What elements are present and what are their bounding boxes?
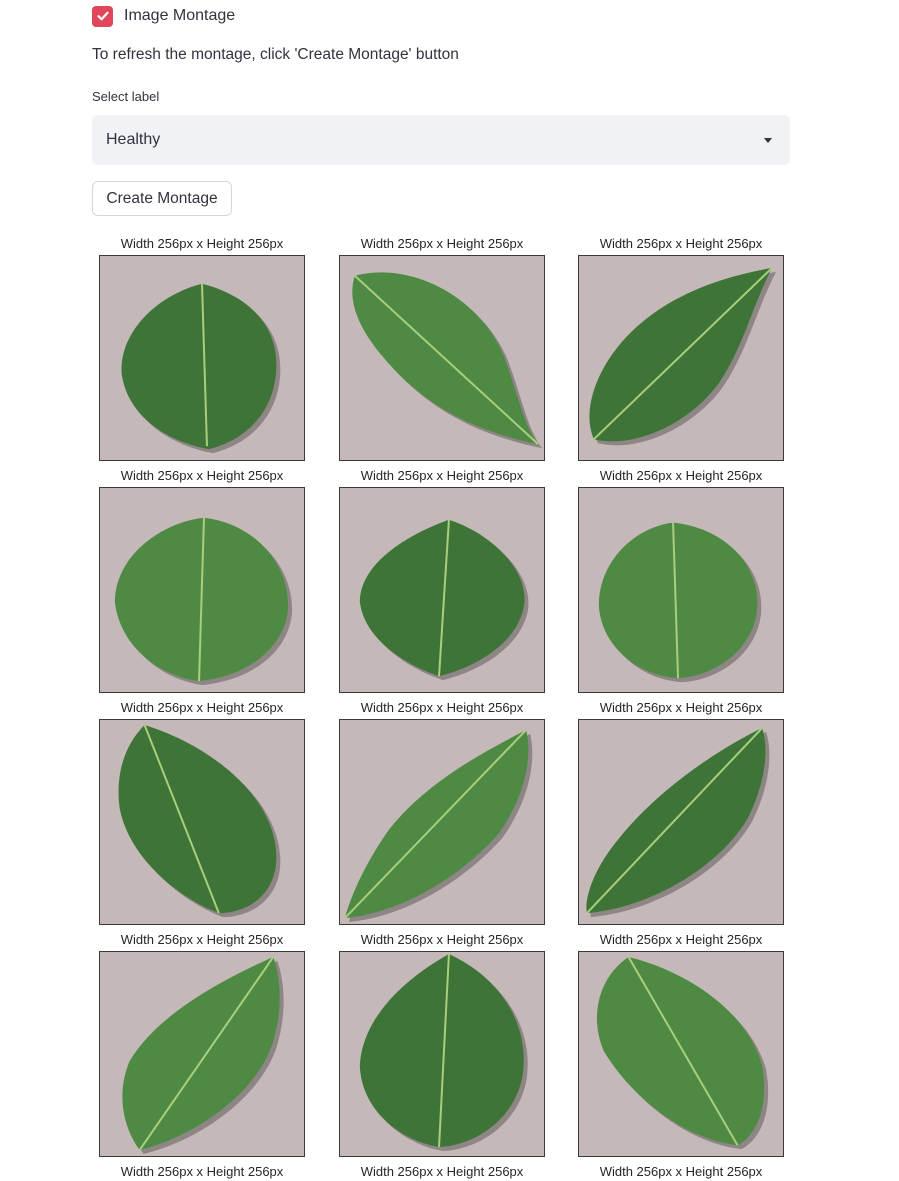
image-title: Width 256px x Height 256px [360, 468, 524, 483]
select-label: Select label [92, 89, 160, 104]
image-title: Width 256px x Height 256px [120, 468, 284, 483]
leaf-image [99, 255, 305, 461]
leaf-image [339, 719, 545, 925]
leaf-image [99, 951, 305, 1157]
image-title: Width 256px x Height 256px [120, 932, 284, 947]
leaf-image [99, 487, 305, 693]
leaf-image [339, 951, 545, 1157]
chevron-down-icon [764, 137, 772, 143]
image-title: Width 256px x Height 256px [360, 932, 524, 947]
label-select[interactable]: Healthy [92, 115, 790, 165]
image-title: Width 256px x Height 256px [120, 700, 284, 715]
image-montage-checkbox[interactable]: Image Montage [92, 5, 235, 27]
image-title: Width 256px x Height 256px [599, 932, 763, 947]
create-montage-button[interactable]: Create Montage [92, 181, 232, 216]
image-title: Width 256px x Height 256px [360, 1164, 524, 1179]
image-title: Width 256px x Height 256px [599, 236, 763, 251]
image-montage-grid: Width 256px x Height 256px Width 256px x … [0, 0, 899, 1181]
leaf-image [578, 487, 784, 693]
image-title: Width 256px x Height 256px [360, 236, 524, 251]
leaf-image [339, 255, 545, 461]
leaf-image [578, 719, 784, 925]
leaf-image [578, 951, 784, 1157]
image-title: Width 256px x Height 256px [120, 236, 284, 251]
image-title: Width 256px x Height 256px [599, 700, 763, 715]
refresh-instruction: To refresh the montage, click 'Create Mo… [92, 46, 459, 63]
leaf-image [578, 255, 784, 461]
checkbox-checked-icon[interactable] [92, 5, 113, 27]
leaf-image [339, 487, 545, 693]
image-title: Width 256px x Height 256px [120, 1164, 284, 1179]
checkbox-label: Image Montage [124, 7, 236, 24]
select-value: Healthy [106, 131, 161, 148]
image-title: Width 256px x Height 256px [599, 468, 763, 483]
image-title: Width 256px x Height 256px [599, 1164, 763, 1179]
leaf-image [99, 719, 305, 925]
image-title: Width 256px x Height 256px [360, 700, 524, 715]
